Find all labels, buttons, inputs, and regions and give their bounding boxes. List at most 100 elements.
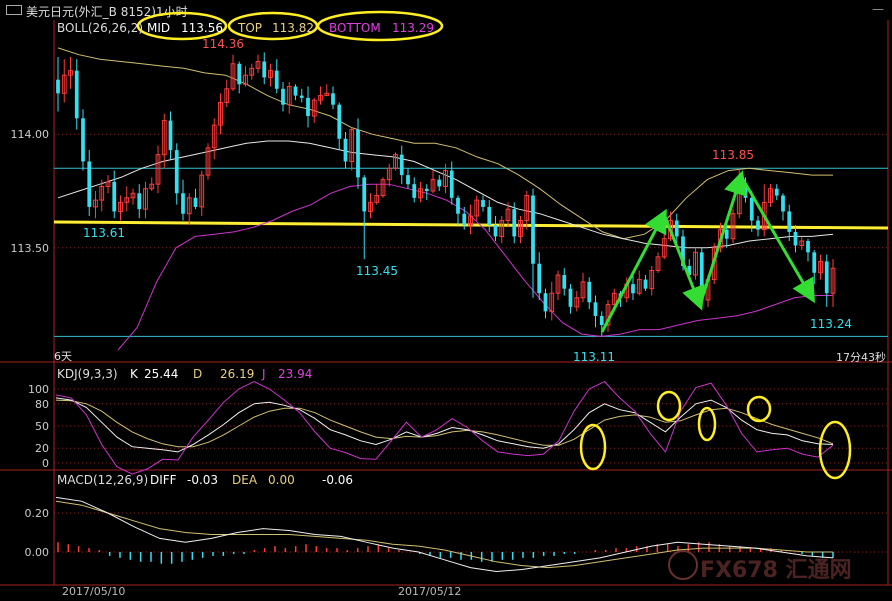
macd-value: -0.06	[322, 473, 354, 487]
annotation-low-right: 113.24	[810, 317, 852, 331]
kdj-tick-label: 100	[28, 383, 49, 396]
candle-body	[193, 197, 198, 207]
candle-body	[262, 61, 267, 78]
kdj-j-line	[55, 380, 834, 475]
countdown-label: 17分43秒	[836, 351, 886, 364]
date-label-1: 2017/05/10	[62, 585, 126, 598]
candle-body	[674, 220, 679, 237]
candle-body	[587, 281, 592, 303]
trend-arrow	[600, 208, 667, 333]
candle-body	[449, 170, 454, 198]
candle-body	[456, 197, 460, 214]
candle-body	[774, 188, 779, 196]
trend-arrow	[698, 170, 747, 306]
candle-body	[824, 261, 829, 294]
candles	[56, 52, 836, 337]
candle-body	[756, 220, 760, 230]
candle-body	[306, 97, 310, 117]
boll-mid-label: MID	[147, 21, 171, 35]
annotation-high-right: 113.85	[712, 148, 754, 162]
candle-body	[406, 175, 410, 185]
candle-body	[487, 206, 492, 226]
kdj-k-line	[55, 397, 834, 453]
candle-body	[787, 211, 792, 232]
watermark-logo-icon	[668, 550, 698, 580]
grid-lines	[54, 133, 888, 553]
candle-body	[424, 188, 429, 191]
candle-body	[74, 70, 79, 119]
annotation-low-left: 113.61	[83, 226, 125, 240]
kdj-panel	[55, 380, 834, 475]
kdj-k-label: K	[130, 367, 138, 381]
candle-body	[806, 240, 810, 253]
kdj-j-label: J	[262, 367, 266, 381]
candle-body	[81, 118, 85, 162]
kdj-tick-label: 0	[42, 457, 49, 470]
candle-body	[493, 225, 498, 237]
macd-tick-label: 0.20	[25, 507, 50, 520]
candle-body	[299, 95, 304, 98]
price-tick-label: 114.00	[11, 128, 50, 141]
candle-body	[337, 104, 342, 139]
kdj-ellipse-4	[746, 395, 772, 423]
macd-tick-label: 0.00	[25, 546, 50, 559]
candle-body	[87, 161, 92, 207]
macd-dea-label: DEA	[232, 473, 258, 487]
candle-body	[562, 275, 567, 289]
annotation-low-bottom: 113.11	[573, 350, 615, 364]
kdj-label: KDJ(9,3,3)	[57, 367, 118, 381]
boll-top-line	[57, 47, 833, 240]
reference-levels	[53, 167, 889, 337]
candlestick-chart: 114.00 113.50 100 80 50 20 0 0.20 0.00	[0, 10, 892, 586]
price-tick-label: 113.50	[11, 242, 50, 255]
period-left-label: 6天	[54, 350, 72, 363]
candle-body	[412, 184, 417, 198]
annotation-high-left: 114.36	[202, 37, 244, 51]
kdj-ellipse-1	[579, 423, 607, 471]
macd-diff-label: DIFF	[150, 473, 177, 487]
candle-body	[512, 209, 517, 237]
kdj-d-label: D	[193, 367, 203, 381]
candle-body	[631, 284, 635, 294]
candle-body	[531, 195, 535, 264]
candle-body	[437, 179, 442, 187]
boll-label: BOLL(26,26,2)	[57, 21, 144, 35]
kdj-tick-label: 50	[35, 420, 49, 433]
annotations	[136, 10, 852, 480]
kdj-j-value: 23.94	[278, 367, 313, 381]
candle-body	[643, 279, 648, 289]
candle-body	[56, 79, 60, 94]
candle-body	[237, 63, 242, 85]
candle-body	[331, 93, 335, 105]
axis-labels: 114.00 113.50 100 80 50 20 0 0.20 0.00	[11, 128, 50, 559]
candle-body	[724, 229, 729, 239]
kdj-k-value: 25.44	[144, 367, 179, 381]
boll-mid-value: 113.56	[181, 21, 223, 35]
kdj-d-value: 26.19	[220, 367, 255, 381]
candle-body	[281, 88, 285, 105]
candle-body	[112, 181, 117, 212]
candle-body	[599, 315, 604, 326]
candle-body	[293, 86, 298, 96]
candle-body	[399, 154, 404, 176]
chart-frame	[0, 20, 892, 586]
candle-body	[568, 288, 573, 307]
candle-body	[537, 263, 542, 294]
boll-bottom-line	[117, 183, 833, 351]
kdj-tick-label: 20	[35, 442, 49, 455]
candle-body	[174, 150, 179, 194]
boll-bottom-label: BOTTOM	[329, 21, 381, 35]
candle-body	[462, 213, 467, 226]
annotation-low-mid: 113.45	[356, 264, 398, 278]
candle-body	[274, 70, 279, 89]
chart-window: { "window": {"title": "美元日元(外汇_B 8152)1小…	[0, 0, 892, 601]
candle-body	[781, 195, 785, 212]
candle-body	[168, 120, 173, 151]
kdj-ellipse-3	[697, 406, 717, 442]
boll-bands	[57, 47, 834, 351]
macd-dea-value: 0.00	[268, 473, 295, 487]
kdj-ellipse-2	[656, 390, 682, 422]
candle-body	[543, 293, 548, 312]
watermark: FX678 汇通网	[700, 558, 852, 583]
candle-body	[343, 138, 348, 162]
